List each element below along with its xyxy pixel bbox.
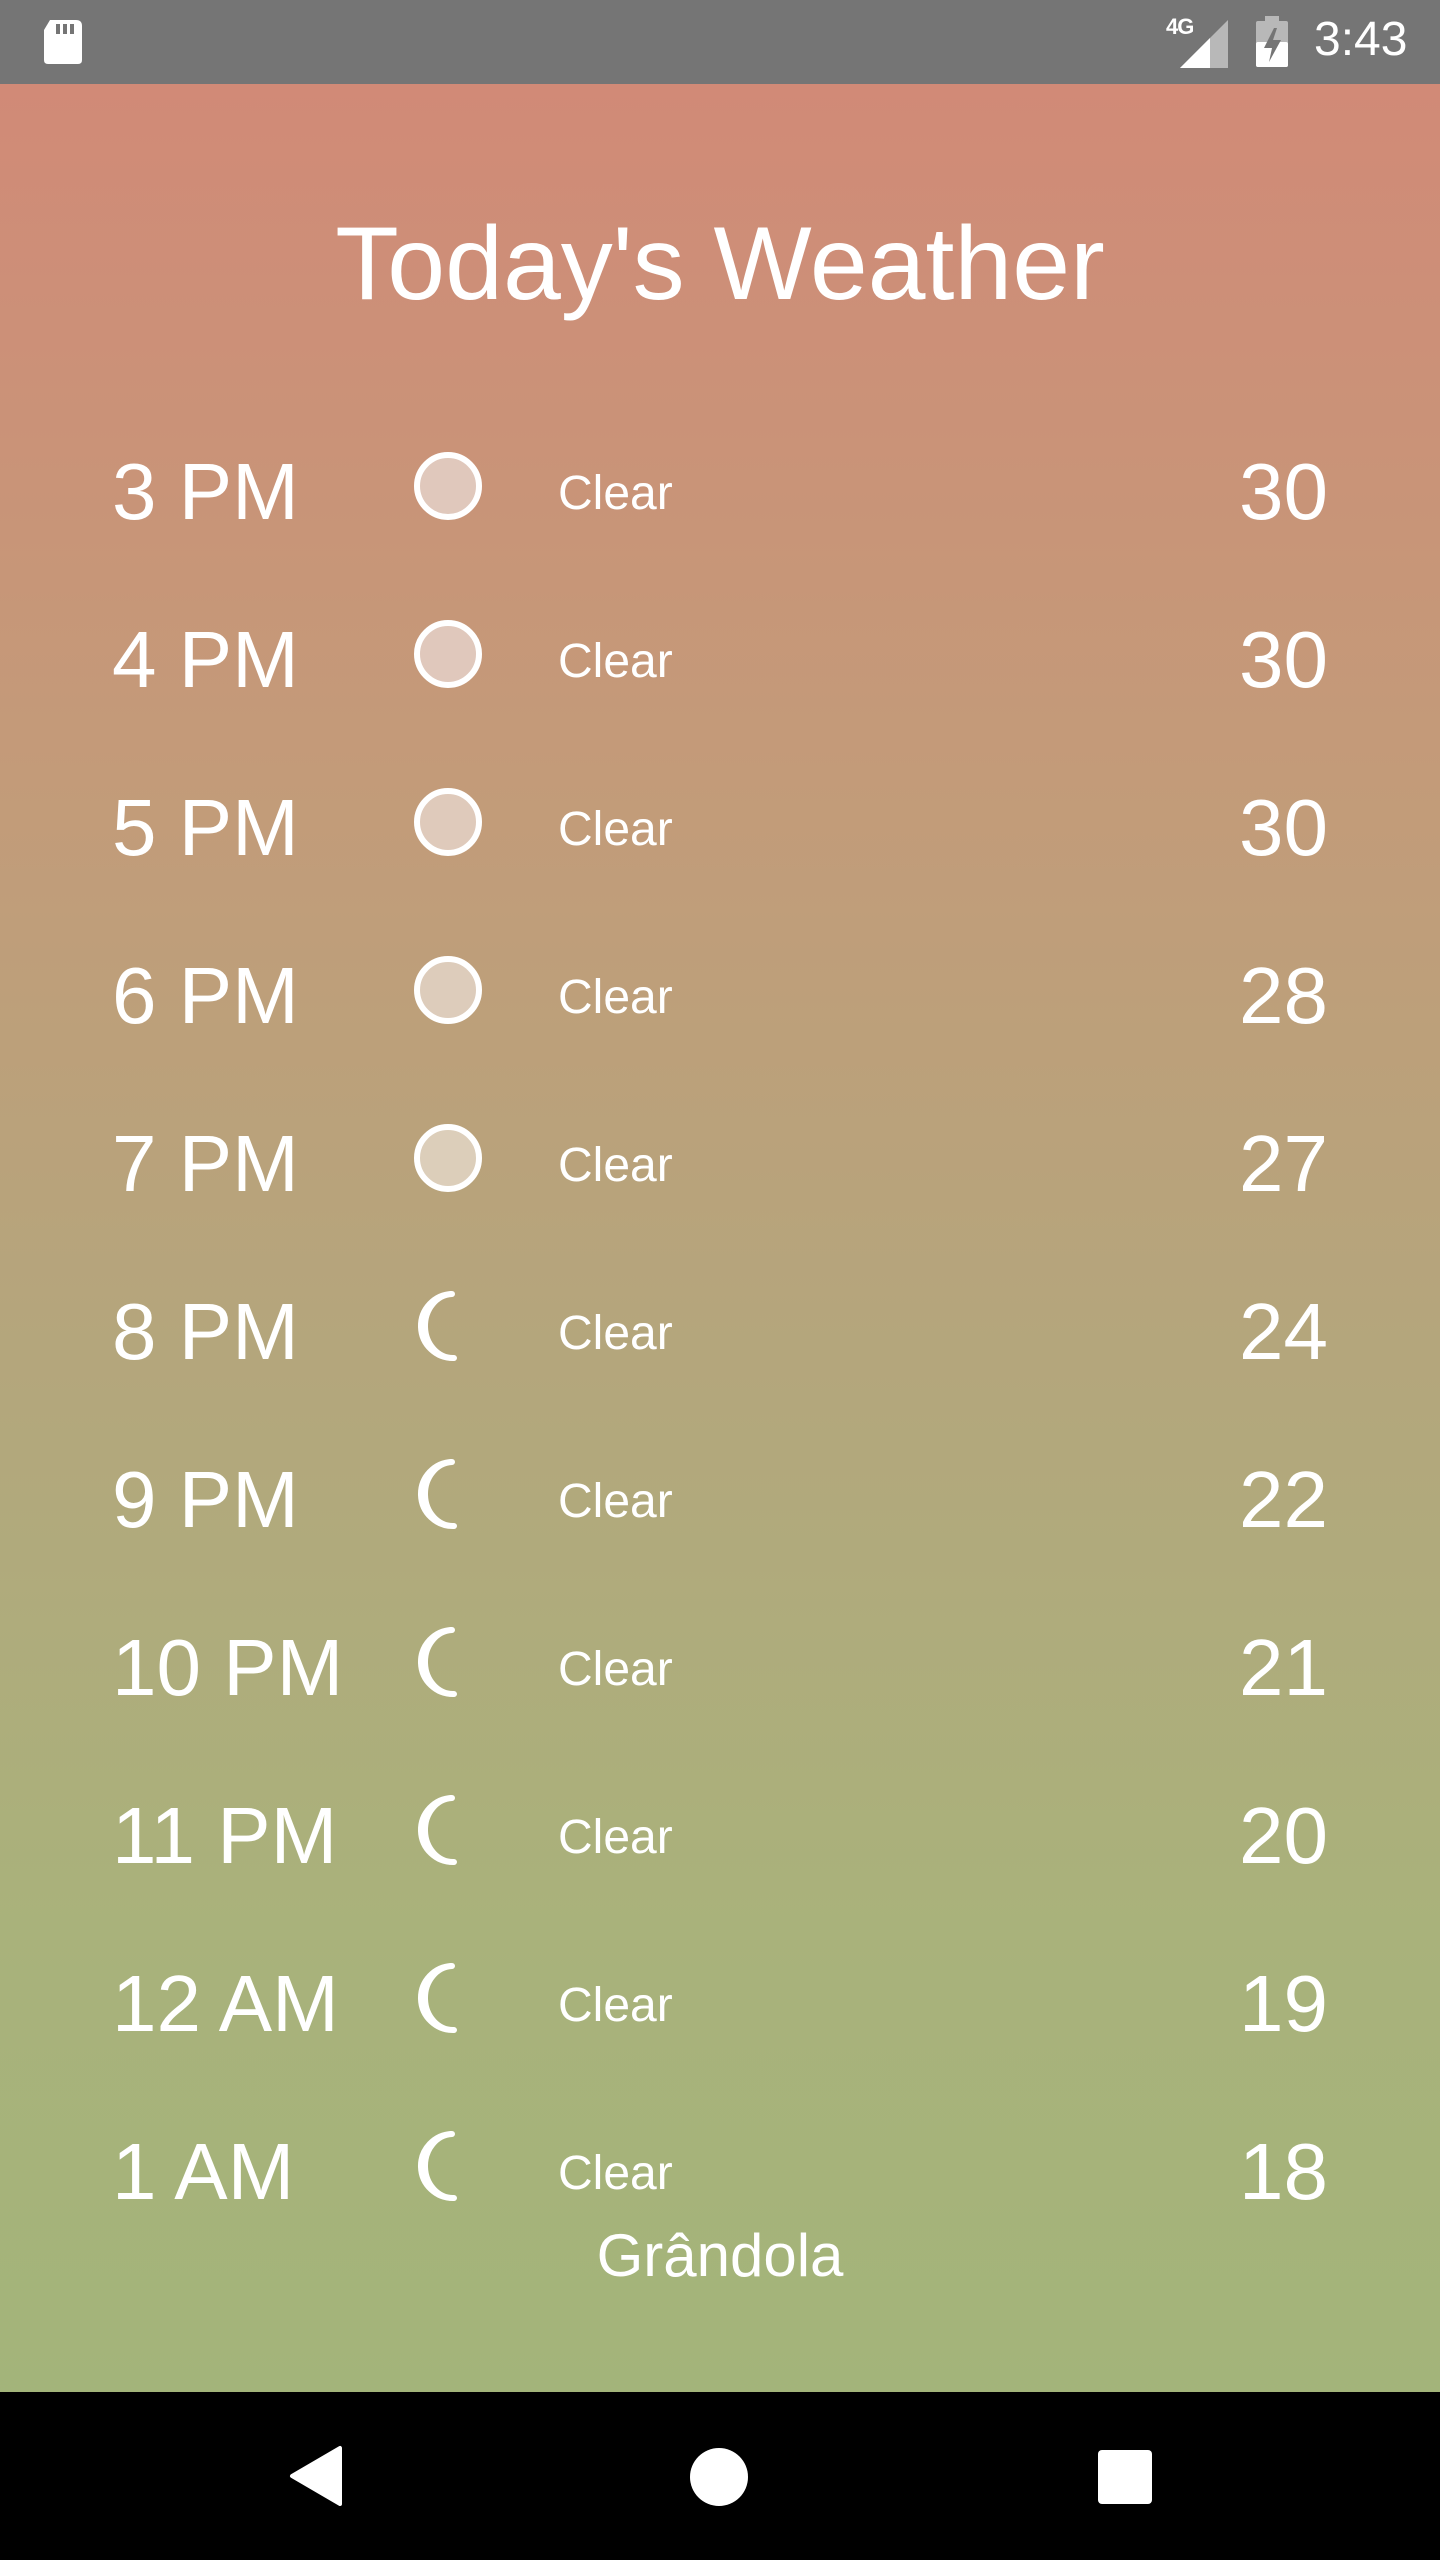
forecast-condition: Clear (558, 1811, 673, 1864)
page-title: Today's Weather (335, 206, 1105, 322)
forecast-temperature: 21 (1239, 1623, 1328, 1712)
status-time: 3:43 (1314, 13, 1408, 66)
sun-icon (414, 956, 482, 1024)
forecast-time: 8 PM (112, 1287, 299, 1376)
forecast-condition: Clear (558, 1643, 673, 1696)
moon-icon (418, 1963, 457, 2034)
sun-icon (414, 620, 482, 688)
forecast-row: 12 AM Clear 19 (0, 1918, 1440, 2086)
hourly-forecast-list: 3 PM Clear 30 4 PM Clear 30 5 PM Clear 3… (0, 406, 1440, 2254)
forecast-temperature: 18 (1239, 2127, 1328, 2216)
sd-card-icon (44, 20, 82, 64)
forecast-time: 11 PM (112, 1791, 338, 1880)
forecast-temperature: 22 (1239, 1455, 1328, 1544)
home-button[interactable] (690, 2448, 748, 2506)
sun-icon (414, 788, 482, 856)
forecast-condition: Clear (558, 2147, 673, 2200)
forecast-row: 5 PM Clear 30 (0, 742, 1440, 910)
moon-icon (418, 1627, 457, 1698)
status-bar: 4G 3:43 (0, 0, 1440, 84)
sun-icon (414, 1124, 482, 1192)
forecast-row: 10 PM Clear 21 (0, 1582, 1440, 1750)
moon-icon (418, 1795, 457, 1866)
moon-icon (418, 2131, 457, 2202)
forecast-condition: Clear (558, 1979, 673, 2032)
forecast-time: 12 AM (112, 1959, 339, 2048)
forecast-time: 4 PM (112, 615, 299, 704)
forecast-row: 8 PM Clear 24 (0, 1246, 1440, 1414)
forecast-time: 9 PM (112, 1455, 299, 1544)
forecast-row: 9 PM Clear 22 (0, 1414, 1440, 1582)
forecast-temperature: 24 (1239, 1287, 1328, 1376)
recents-button[interactable] (1098, 2450, 1152, 2504)
forecast-row: 3 PM Clear 30 (0, 406, 1440, 574)
forecast-time: 7 PM (112, 1119, 299, 1208)
forecast-temperature: 30 (1239, 447, 1328, 536)
forecast-condition: Clear (558, 467, 673, 520)
forecast-row: 6 PM Clear 28 (0, 910, 1440, 1078)
forecast-temperature: 20 (1239, 1791, 1328, 1880)
forecast-time: 6 PM (112, 951, 299, 1040)
network-type-label: 4G (1166, 14, 1194, 39)
forecast-row: 4 PM Clear 30 (0, 574, 1440, 742)
forecast-condition: Clear (558, 971, 673, 1024)
forecast-condition: Clear (558, 1475, 673, 1528)
location-label: Grândola (596, 2222, 844, 2289)
weather-content: Today's Weather 3 PM Clear 30 4 PM Clear… (0, 84, 1440, 2392)
forecast-time: 10 PM (112, 1623, 344, 1712)
sun-icon (414, 452, 482, 520)
moon-icon (418, 1291, 457, 1362)
forecast-temperature: 30 (1239, 615, 1328, 704)
forecast-temperature: 19 (1239, 1959, 1328, 2048)
forecast-condition: Clear (558, 635, 673, 688)
navigation-bar (0, 2392, 1440, 2560)
forecast-time: 3 PM (112, 447, 299, 536)
forecast-temperature: 28 (1239, 951, 1328, 1040)
forecast-row: 11 PM Clear 20 (0, 1750, 1440, 1918)
forecast-temperature: 30 (1239, 783, 1328, 872)
back-button[interactable] (288, 2444, 344, 2508)
forecast-row: 7 PM Clear 27 (0, 1078, 1440, 1246)
forecast-condition: Clear (558, 1139, 673, 1192)
battery-charging-icon (1256, 16, 1288, 67)
forecast-temperature: 27 (1239, 1119, 1328, 1208)
forecast-condition: Clear (558, 1307, 673, 1360)
app-screen: 4G 3:43 Today's Weather 3 PM Clear 30 4 … (0, 0, 1440, 2560)
moon-icon (418, 1459, 457, 1530)
forecast-condition: Clear (558, 803, 673, 856)
forecast-time: 5 PM (112, 783, 299, 872)
forecast-time: 1 AM (112, 2127, 295, 2216)
